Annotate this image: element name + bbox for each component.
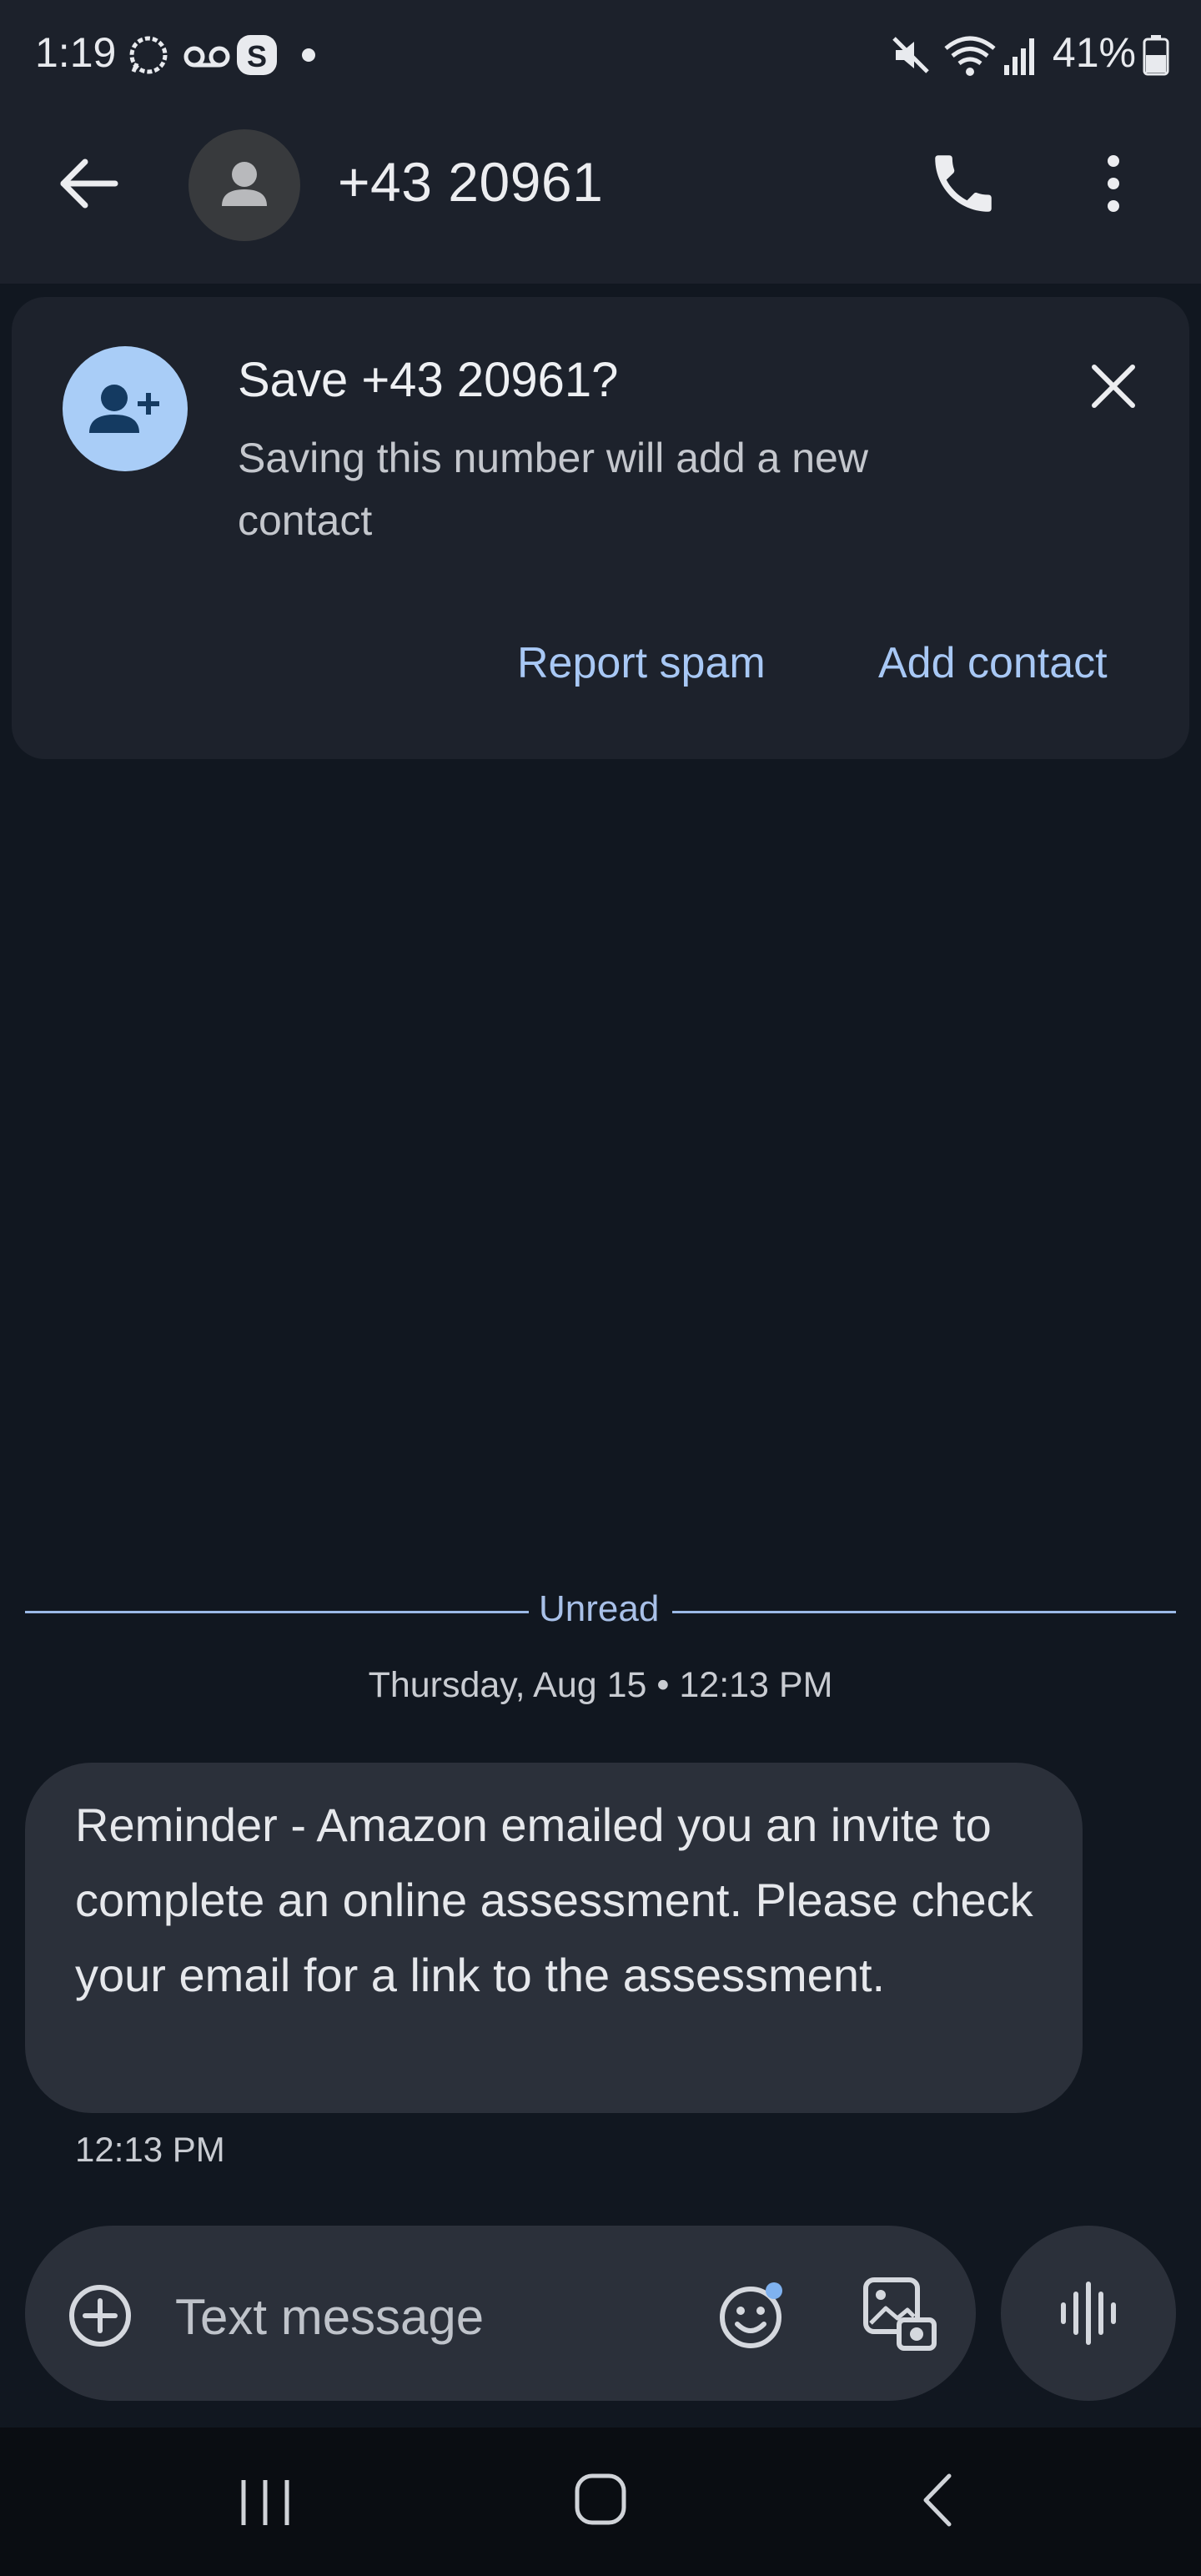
phone-icon — [935, 155, 992, 212]
gallery-camera-icon — [863, 2277, 937, 2351]
recents-button[interactable] — [232, 2473, 299, 2532]
message-date: Thursday, Aug 15 • 12:13 PM — [368, 1665, 833, 1705]
add-contact-button[interactable]: Add contact — [878, 638, 1108, 688]
mute-icon — [887, 32, 934, 78]
emoji-icon — [720, 2282, 782, 2348]
unread-divider-right — [672, 1611, 1176, 1613]
call-button[interactable] — [926, 146, 1001, 221]
message-time: 12:13 PM — [75, 2130, 225, 2169]
report-spam-button[interactable]: Report spam — [517, 638, 766, 688]
cell-signal-icon — [1003, 32, 1039, 78]
wifi-icon — [942, 32, 997, 78]
emoji-button[interactable] — [716, 2277, 791, 2352]
gallery-camera-button[interactable] — [859, 2273, 942, 2357]
contact-title: +43 20961 — [338, 151, 604, 213]
home-button[interactable] — [572, 2471, 629, 2528]
close-button[interactable] — [1084, 357, 1143, 415]
person-avatar-icon — [222, 162, 267, 206]
more-options-button[interactable] — [1093, 146, 1134, 221]
home-icon — [575, 2473, 626, 2525]
dot-icon — [299, 32, 319, 78]
recents-icon — [241, 2480, 289, 2525]
more-vert-icon — [1108, 155, 1119, 212]
nav-back-button[interactable] — [917, 2471, 959, 2529]
status-time: 1:19 — [35, 29, 117, 76]
chevron-left-icon — [923, 2473, 952, 2527]
back-button[interactable] — [50, 146, 125, 221]
voice-message-button[interactable] — [1001, 2226, 1176, 2401]
signal-app-icon — [125, 32, 172, 78]
svg-text:S: S — [247, 39, 267, 73]
battery-icon — [1141, 32, 1171, 78]
save-card-subtitle: Saving this number will add a new contac… — [238, 435, 868, 544]
close-icon — [1092, 365, 1135, 408]
attach-button[interactable] — [65, 2281, 135, 2351]
skype-icon: S — [234, 32, 280, 78]
unread-divider-left — [25, 1611, 529, 1613]
back-arrow-icon — [60, 158, 118, 209]
audio-waveform-icon — [1061, 2282, 1116, 2345]
avatar[interactable] — [188, 129, 300, 241]
message-input[interactable] — [175, 2275, 659, 2358]
add-circle-icon — [69, 2285, 131, 2347]
voicemail-icon — [182, 32, 232, 78]
unread-label: Unread — [539, 1588, 660, 1629]
battery-percent: 41% — [1052, 29, 1136, 76]
add-person-icon — [63, 346, 188, 471]
save-card-title: Save +43 20961? — [238, 353, 619, 407]
message-text: Reminder - Amazon emailed you an invite … — [75, 1799, 1033, 2001]
